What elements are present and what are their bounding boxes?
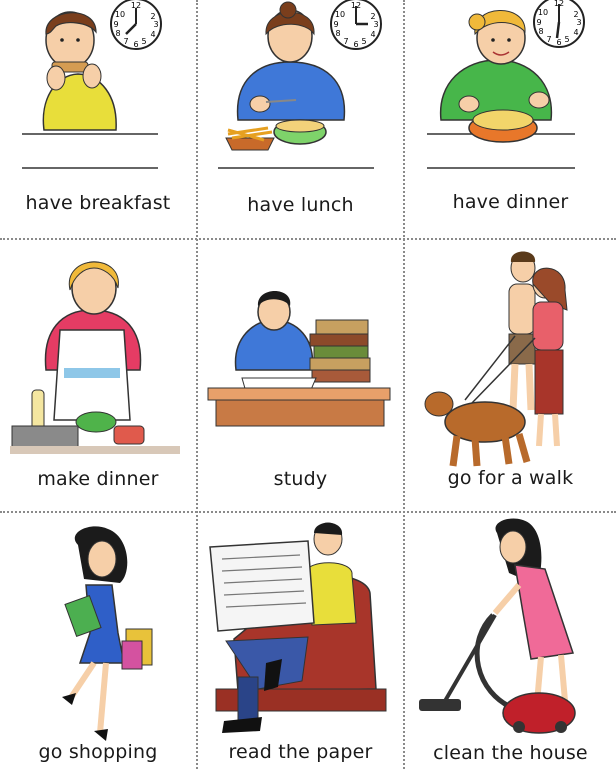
clean-house-illustration (419, 518, 576, 734)
svg-text:5: 5 (564, 35, 569, 44)
card-clean-the-house: clean the house (405, 513, 616, 769)
svg-text:8: 8 (335, 29, 340, 38)
clock-icon: 12 2 3 4 5 6 7 8 9 10 (330, 0, 382, 50)
svg-text:3: 3 (373, 20, 378, 29)
svg-text:8: 8 (538, 27, 543, 36)
svg-text:10: 10 (538, 8, 548, 17)
svg-text:4: 4 (150, 30, 155, 39)
svg-text:9: 9 (536, 18, 541, 27)
svg-text:4: 4 (370, 30, 375, 39)
card-make-dinner: make dinner (0, 240, 196, 511)
svg-text:6: 6 (133, 40, 138, 49)
svg-text:3: 3 (576, 18, 581, 27)
svg-text:7: 7 (546, 35, 551, 44)
svg-text:6: 6 (353, 40, 358, 49)
svg-text:8: 8 (115, 29, 120, 38)
flashcard-sheet: 12 2 3 4 5 6 7 8 9 10 have breakfast 12 … (0, 0, 616, 769)
svg-text:7: 7 (123, 37, 128, 46)
clock-icon: 12 2 3 4 5 6 7 8 9 10 (110, 0, 162, 50)
svg-text:10: 10 (335, 10, 345, 19)
svg-text:7: 7 (343, 37, 348, 46)
card-label: have lunch (247, 194, 354, 216)
card-label: clean the house (433, 742, 588, 764)
shopping-illustration (62, 526, 153, 741)
svg-text:5: 5 (361, 37, 366, 46)
card-label: have dinner (452, 191, 569, 213)
svg-text:4: 4 (573, 28, 578, 37)
svg-text:9: 9 (333, 20, 338, 29)
card-label: go for a walk (447, 467, 574, 489)
card-label: read the paper (228, 741, 373, 763)
card-label: go shopping (38, 741, 158, 763)
card-have-dinner: 12 2 3 4 5 6 7 8 9 10 have dinner (405, 0, 616, 238)
card-label: have breakfast (25, 192, 171, 214)
card-label: make dinner (37, 468, 159, 490)
card-go-for-a-walk: go for a walk (405, 240, 616, 511)
card-have-lunch: 12 2 3 4 5 6 7 8 9 10 have lunch (198, 0, 403, 238)
svg-text:3: 3 (153, 20, 158, 29)
read-paper-illustration (209, 522, 387, 733)
clock-icon: 12 2 3 4 5 6 7 8 9 10 (533, 0, 585, 48)
svg-text:5: 5 (141, 37, 146, 46)
card-read-the-paper: read the paper (198, 513, 403, 769)
svg-text:6: 6 (556, 38, 561, 47)
card-label: study (273, 468, 328, 490)
card-have-breakfast: 12 2 3 4 5 6 7 8 9 10 have breakfast (0, 0, 196, 238)
svg-text:9: 9 (113, 20, 118, 29)
card-go-shopping: go shopping (0, 513, 196, 769)
svg-text:10: 10 (115, 10, 125, 19)
card-study: study (198, 240, 403, 511)
